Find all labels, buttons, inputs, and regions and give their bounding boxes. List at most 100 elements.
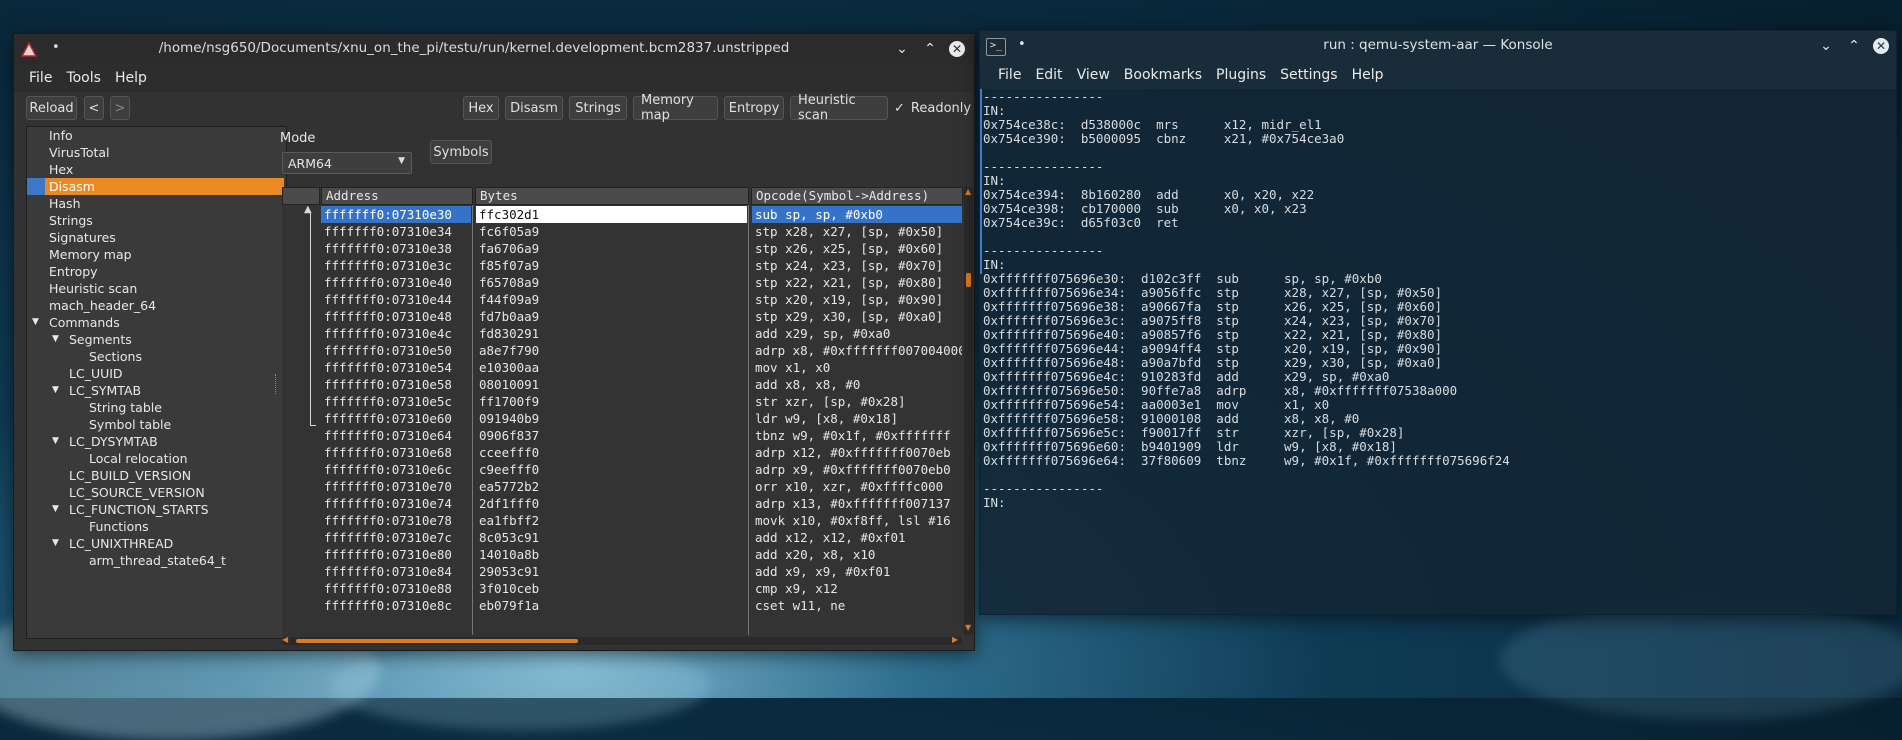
strings-button[interactable]: Strings: [569, 96, 627, 120]
table-row[interactable]: fffffff0:07310e54 e10300aa mov x1, x0: [282, 359, 942, 376]
tree-item-symbol-table[interactable]: Symbol table: [89, 416, 171, 433]
maximize-icon[interactable]: ⌃: [922, 41, 938, 57]
expand-dysymtab-icon[interactable]: ▼: [52, 433, 59, 450]
scroll-thumb[interactable]: [966, 273, 971, 287]
scroll-right-icon[interactable]: ▶: [952, 635, 958, 644]
table-row[interactable]: fffffff0:07310e50 a8e7f790 adrp x8, #0xfff…: [282, 342, 962, 359]
table-row[interactable]: fffffff0:07310e5c ff1700f9 str xzr, [sp, #…: [282, 393, 942, 410]
table-row[interactable]: fffffff0:07310e3c f85f07a9 stp x24, x23, […: [282, 257, 943, 274]
reload-button[interactable]: Reload: [26, 96, 77, 120]
table-row[interactable]: fffffff0:07310e74 2df1fff0 adrp x13, #0xff…: [282, 495, 951, 512]
minimize-icon[interactable]: ⌄: [1818, 38, 1834, 54]
expand-unixthread-icon[interactable]: ▼: [52, 535, 59, 552]
menu-settings[interactable]: Settings: [1273, 67, 1344, 83]
scroll-left-icon[interactable]: ◀: [282, 635, 288, 644]
tree-item-heuristic-scan[interactable]: Heuristic scan: [49, 280, 137, 297]
table-row[interactable]: fffffff0:07310e40 f65708a9 stp x22, x21, […: [282, 274, 943, 291]
tree-item-lc-uuid[interactable]: LC_UUID: [69, 365, 123, 382]
forward-button[interactable]: >: [110, 96, 130, 120]
table-row[interactable]: fffffff0:07310e8c eb079f1a cset w11, ne: [282, 597, 942, 614]
table-row[interactable]: fffffff0:07310e64 0906f837 tbnz w9, #0x1f,…: [282, 427, 951, 444]
table-row[interactable]: fffffff0:07310e34 fc6f05a9 stp x28, x27, […: [282, 223, 943, 240]
scroll-down-icon[interactable]: ▼: [965, 623, 971, 632]
symbols-button[interactable]: Symbols: [430, 140, 492, 164]
menu-help[interactable]: Help: [1345, 67, 1391, 83]
expand-symtab-icon[interactable]: ▼: [52, 382, 59, 399]
tree-item-signatures[interactable]: Signatures: [49, 229, 116, 246]
menu-edit[interactable]: Edit: [1028, 67, 1069, 83]
table-row[interactable]: fffffff0:07310e68 cceefff0 adrp x12, #0xff…: [282, 444, 951, 461]
tree-item-local-relocation[interactable]: Local relocation: [89, 450, 188, 467]
table-row[interactable]: fffffff0:07310e58 08010091 add x8, x8, #0: [282, 376, 942, 393]
table-row[interactable]: fffffff0:07310e4c fd830291 add x29, sp, #0…: [282, 325, 942, 342]
back-button[interactable]: <: [84, 96, 104, 120]
expand-commands-icon[interactable]: ▼: [32, 314, 39, 331]
tree-item-segments[interactable]: Segments: [69, 331, 132, 348]
close-icon[interactable]: ✕: [949, 41, 965, 57]
scroll-up-icon[interactable]: ▲: [965, 187, 971, 196]
minimize-icon[interactable]: ⌄: [894, 41, 910, 57]
memory-map-button[interactable]: Memory map: [633, 93, 718, 123]
entropy-button[interactable]: Entropy: [724, 96, 784, 120]
tree-item-memory-map[interactable]: Memory map: [49, 246, 132, 263]
horizontal-scrollbar[interactable]: ◀ ▶: [282, 635, 962, 645]
tree-item-hex[interactable]: Hex: [49, 161, 73, 178]
menu-plugins[interactable]: Plugins: [1209, 67, 1273, 83]
menu-help[interactable]: Help: [108, 70, 154, 86]
table-row[interactable]: fffffff0:07310e30 ffc302d1 sub sp, sp, #0x…: [282, 206, 962, 223]
readonly-checkbox[interactable]: ✓ Readonly: [894, 96, 971, 120]
tree-item-disasm-row[interactable]: Disasm: [27, 178, 284, 195]
tree-item-lc-unixthread[interactable]: LC_UNIXTHREAD: [69, 535, 173, 552]
heuristic-scan-button[interactable]: Heuristic scan: [790, 93, 888, 123]
tree-item-arm-thread-state[interactable]: arm_thread_state64_t: [89, 552, 226, 569]
table-row[interactable]: fffffff0:07310e70 ea5772b2 orr x10, xzr, #…: [282, 478, 943, 495]
tree-item-lc-dysymtab[interactable]: LC_DYSYMTAB: [69, 433, 158, 450]
tree-item-mach-header[interactable]: mach_header_64: [49, 297, 156, 314]
table-row[interactable]: fffffff0:07310e80 14010a8b add x20, x8, x1…: [282, 546, 942, 563]
menu-tools[interactable]: Tools: [59, 70, 108, 86]
konsole-titlebar[interactable]: >_ • run : qemu-system-aar — Konsole ⌄ ⌃…: [980, 31, 1896, 61]
tree-item-lc-source-version[interactable]: LC_SOURCE_VERSION: [69, 484, 205, 501]
tree-item-virustotal[interactable]: VirusTotal: [49, 144, 110, 161]
tree-item-lc-function-starts[interactable]: LC_FUNCTION_STARTS: [69, 501, 209, 518]
opcode-column-header[interactable]: Opcode(Symbol->Address): [751, 187, 963, 205]
hex-button[interactable]: Hex: [463, 96, 499, 120]
address-column-header[interactable]: Address: [321, 187, 473, 205]
close-icon[interactable]: ✕: [1873, 38, 1889, 54]
horizontal-scroll-thumb[interactable]: [296, 639, 578, 643]
menu-view[interactable]: View: [1070, 67, 1117, 83]
menu-bookmarks[interactable]: Bookmarks: [1117, 67, 1209, 83]
terminal-line: 0x754ce390: b5000095 cbnz x21, #0x754ce3…: [983, 131, 1345, 146]
tree-item-hash[interactable]: Hash: [49, 195, 81, 212]
tree-item-sections[interactable]: Sections: [89, 348, 142, 365]
table-row[interactable]: fffffff0:07310e78 ea1fbff2 movk x10, #0xf8…: [282, 512, 951, 529]
vertical-scrollbar[interactable]: ▲ ▼: [964, 187, 973, 635]
table-row[interactable]: fffffff0:07310e38 fa6706a9 stp x26, x25, […: [282, 240, 943, 257]
disasm-button[interactable]: Disasm: [505, 96, 563, 120]
menu-file[interactable]: File: [991, 67, 1028, 83]
menu-file[interactable]: File: [22, 70, 59, 86]
table-row[interactable]: fffffff0:07310e6c c9eefff0 adrp x9, #0xfff…: [282, 461, 951, 478]
terminal-output[interactable]: ---------------- IN: 0x754ce38c: d538000c …: [980, 88, 1890, 608]
splitter-handle[interactable]: [275, 374, 279, 394]
analyzer-titlebar[interactable]: • /home/nsg650/Documents/xnu_on_the_pi/t…: [14, 34, 974, 64]
tree-item-commands[interactable]: Commands: [49, 314, 120, 331]
tree-item-info[interactable]: Info: [49, 127, 73, 144]
tree-item-string-table[interactable]: String table: [89, 399, 162, 416]
table-row[interactable]: fffffff0:07310e60 091940b9 ldr w9, [x8, #0…: [282, 410, 942, 427]
maximize-icon[interactable]: ⌃: [1846, 38, 1862, 54]
mode-select[interactable]: ARM64 ▼: [282, 152, 412, 174]
table-row[interactable]: fffffff0:07310e48 fd7b0aa9 stp x29, x30, […: [282, 308, 943, 325]
tree-item-entropy[interactable]: Entropy: [49, 263, 98, 280]
tree-item-lc-symtab[interactable]: LC_SYMTAB: [69, 382, 141, 399]
table-row[interactable]: fffffff0:07310e7c 8c053c91 add x12, x12, #…: [282, 529, 942, 546]
tree-item-strings[interactable]: Strings: [49, 212, 93, 229]
tree-item-lc-build-version[interactable]: LC_BUILD_VERSION: [69, 467, 191, 484]
table-row[interactable]: fffffff0:07310e44 f44f09a9 stp x20, x19, […: [282, 291, 943, 308]
expand-segments-icon[interactable]: ▼: [52, 331, 59, 348]
expand-function-starts-icon[interactable]: ▼: [52, 501, 59, 518]
table-row[interactable]: fffffff0:07310e88 3f010ceb cmp x9, x12: [282, 580, 942, 597]
tree-item-functions[interactable]: Functions: [89, 518, 149, 535]
table-row[interactable]: fffffff0:07310e84 29053c91 add x9, x9, #0x…: [282, 563, 942, 580]
bytes-column-header[interactable]: Bytes: [475, 187, 749, 205]
